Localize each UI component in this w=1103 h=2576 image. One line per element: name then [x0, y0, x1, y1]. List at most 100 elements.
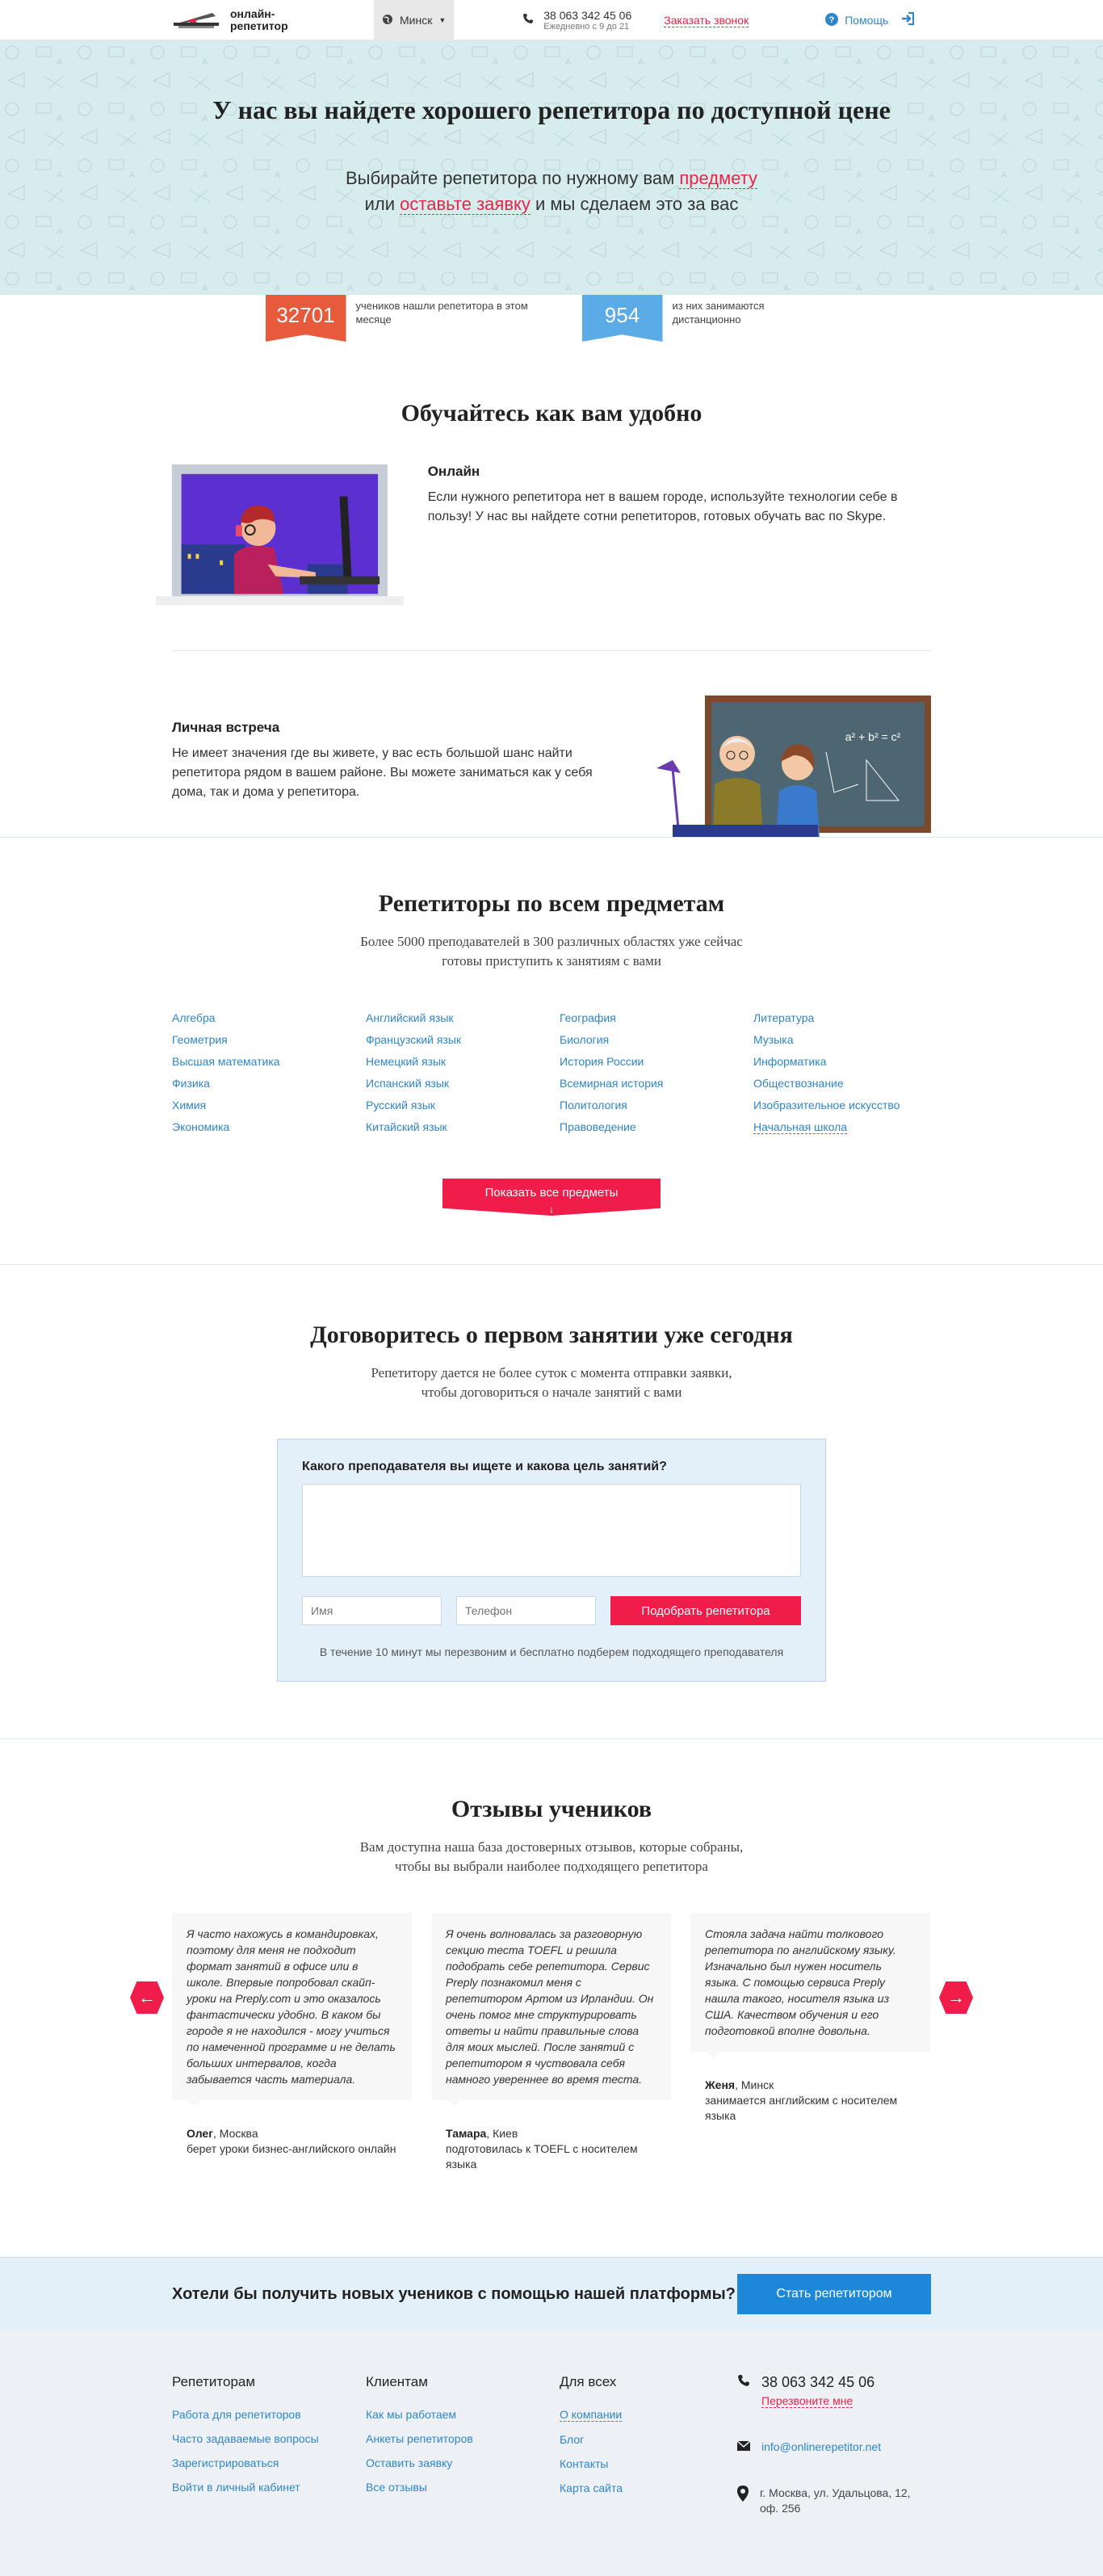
- footer-link[interactable]: Блог: [560, 2433, 737, 2446]
- subject-link[interactable]: Французский язык: [366, 1033, 560, 1046]
- footer-link[interactable]: О компании: [560, 2408, 623, 2422]
- header-hours: Ежедневно с 9 до 21: [543, 22, 630, 32]
- subject-link[interactable]: Музыка: [753, 1033, 947, 1046]
- city-selector[interactable]: Минск ▼: [374, 0, 455, 40]
- subject-link[interactable]: Геометрия: [172, 1033, 366, 1046]
- review-author-info: берет уроки бизнес-английского онлайн: [187, 2142, 396, 2155]
- subject-link[interactable]: Начальная школа: [753, 1120, 848, 1134]
- globe-icon: [382, 14, 393, 27]
- subject-link[interactable]: Биология: [560, 1033, 753, 1046]
- reviews-title: Отзывы учеников: [451, 1796, 652, 1822]
- review-author-city: , Киев: [486, 2127, 518, 2140]
- hero-subtitle: Выбирайте репетитора по нужному вам пред…: [0, 166, 1103, 217]
- order-call-link[interactable]: Заказать звонок: [664, 14, 749, 27]
- help-link[interactable]: ? Помощь: [825, 12, 888, 28]
- subject-link[interactable]: Физика: [172, 1077, 366, 1090]
- subject-link[interactable]: Высшая математика: [172, 1055, 366, 1068]
- hero-line2-end: и мы сделаем это за вас: [530, 194, 739, 214]
- footer-link[interactable]: Войти в личный кабинет: [172, 2481, 366, 2494]
- name-input[interactable]: [302, 1596, 442, 1625]
- callback-link[interactable]: Перезвоните мне: [761, 2394, 853, 2408]
- arrow-down-icon: ↓: [549, 1204, 554, 1215]
- subject-link[interactable]: Алгебра: [172, 1011, 366, 1024]
- footer-email[interactable]: info@onlinerepetitor.net: [761, 2440, 881, 2453]
- request-form: Какого преподавателя вы ищете и какова ц…: [277, 1439, 826, 1682]
- meeting-illustration: a² + b² = c²: [656, 695, 931, 837]
- subject-link[interactable]: Русский язык: [366, 1099, 560, 1112]
- subject-link[interactable]: Информатика: [753, 1055, 947, 1068]
- stat-ribbon: 954: [581, 295, 663, 342]
- login-icon[interactable]: [900, 12, 915, 28]
- learn-title: Обучайтесь как вам удобно: [401, 400, 702, 427]
- subject-link[interactable]: Литература: [753, 1011, 947, 1024]
- stat-remote: 954 из них занимаются дистанционно: [581, 295, 794, 343]
- footer-address: г. Москва, ул. Удальцова, 12, оф. 256: [760, 2486, 911, 2516]
- show-all-subjects-button[interactable]: Показать все предметы ↓: [442, 1179, 661, 1216]
- footer-link[interactable]: Как мы работаем: [366, 2408, 560, 2421]
- request-subtitle-line1: Репетитору дается не более суток с момен…: [371, 1365, 732, 1380]
- subjects-grid: Алгебра Английский язык География Литера…: [172, 1011, 931, 1134]
- subject-link[interactable]: Правоведение: [560, 1120, 753, 1134]
- location-pin-icon: [737, 2486, 749, 2505]
- request-subtitle-line2: чтобы договориться о начале занятий с ва…: [421, 1385, 682, 1400]
- subject-link[interactable]: Всемирная история: [560, 1077, 753, 1090]
- footer-link[interactable]: Зарегистрироваться: [172, 2456, 366, 2469]
- phone-block: 38 063 342 45 06 Ежедневно с 9 до 21: [522, 9, 631, 32]
- hero-line2-text: или: [364, 194, 401, 214]
- footer-contacts: 38 063 342 45 06 Перезвоните мне info@on…: [736, 2374, 931, 2537]
- footer-link[interactable]: Карта сайта: [560, 2481, 737, 2494]
- header-phone: 38 063 342 45 06: [543, 9, 632, 22]
- footer-link[interactable]: Работа для репетиторов: [172, 2408, 366, 2421]
- caret-down-icon: ▼: [438, 16, 447, 24]
- request-textarea[interactable]: [302, 1484, 801, 1577]
- stat-label: из них занимаются дистанционно: [672, 300, 765, 326]
- become-tutor-button[interactable]: Стать репетитором: [737, 2274, 931, 2314]
- subject-link[interactable]: География: [560, 1011, 753, 1024]
- subject-link[interactable]: Немецкий язык: [366, 1055, 560, 1068]
- footer-col-title: Репетиторам: [172, 2374, 256, 2389]
- review-author: Олег, Москва берет уроки бизнес-английск…: [172, 2126, 412, 2157]
- review-author-city: , Минск: [735, 2078, 774, 2091]
- help-icon: ?: [825, 12, 839, 28]
- subject-link[interactable]: Изобразительное искусство: [753, 1099, 947, 1112]
- prev-arrow-icon[interactable]: ←: [130, 1981, 164, 2014]
- subject-link[interactable]: Экономика: [172, 1120, 366, 1134]
- footer-link[interactable]: Контакты: [560, 2457, 737, 2470]
- cta-text: Хотели бы получить новых учеников с помо…: [172, 2284, 736, 2303]
- footer-link[interactable]: Анкеты репетиторов: [366, 2432, 560, 2445]
- mail-icon: [736, 2440, 751, 2454]
- subject-link[interactable]: Китайский язык: [366, 1120, 560, 1134]
- online-illustration: [156, 464, 404, 606]
- logo[interactable]: онлайн- репетитор: [172, 8, 374, 32]
- subject-link[interactable]: Испанский язык: [366, 1077, 560, 1090]
- subject-link[interactable]: Политология: [560, 1099, 753, 1112]
- footer-link[interactable]: Все отзывы: [366, 2481, 560, 2494]
- subject-link[interactable]: предмету: [679, 168, 758, 189]
- review-card: Стояла задача найти толкового репетитора…: [690, 1913, 930, 2172]
- footer-link[interactable]: Часто задаваемые вопросы: [172, 2432, 366, 2445]
- review-author: Тамара, Киев подготовилась к TOEFL с нос…: [431, 2126, 671, 2172]
- phone-input[interactable]: [456, 1596, 596, 1625]
- phone-icon: [737, 2374, 750, 2390]
- subjects-subtitle-line1: Более 5000 преподавателей в 300 различны…: [360, 934, 743, 949]
- review-author-name: Женя: [705, 2078, 736, 2091]
- learn-online: Онлайн Если нужного репетитора нет в ваш…: [156, 464, 931, 606]
- subject-link[interactable]: Химия: [172, 1099, 366, 1112]
- subjects-subtitle: Более 5000 преподавателей в 300 различны…: [172, 932, 931, 971]
- find-tutor-button[interactable]: Подобрать репетитора: [610, 1596, 801, 1625]
- stat-label: учеников нашли репетитора в этом месяце: [355, 300, 528, 326]
- board-formula: a² + b² = c²: [845, 730, 901, 743]
- subject-link[interactable]: История России: [560, 1055, 753, 1068]
- address-line1: г. Москва, ул. Удальцова, 12,: [760, 2486, 911, 2499]
- leave-request-link[interactable]: оставьте заявку: [400, 194, 531, 215]
- review-text: Я очень волновалась за разговорную секци…: [431, 1913, 671, 2107]
- reviews-subtitle-line2: чтобы вы выбрали наиболее подходящего ре…: [395, 1859, 708, 1874]
- review-text: Стояла задача найти толкового репетитора…: [690, 1913, 930, 2058]
- hero-section: A У нас вы найдете хорошего репетитора п…: [0, 40, 1103, 295]
- subject-link[interactable]: Обществознание: [753, 1077, 947, 1090]
- request-section: Договоритесь о первом занятии уже сегодн…: [0, 1264, 1103, 1738]
- footer-link[interactable]: Оставить заявку: [366, 2456, 560, 2469]
- hero-line1-text: Выбирайте репетитора по нужному вам: [345, 168, 680, 188]
- next-arrow-icon[interactable]: →: [939, 1981, 973, 2014]
- subject-link[interactable]: Английский язык: [366, 1011, 560, 1024]
